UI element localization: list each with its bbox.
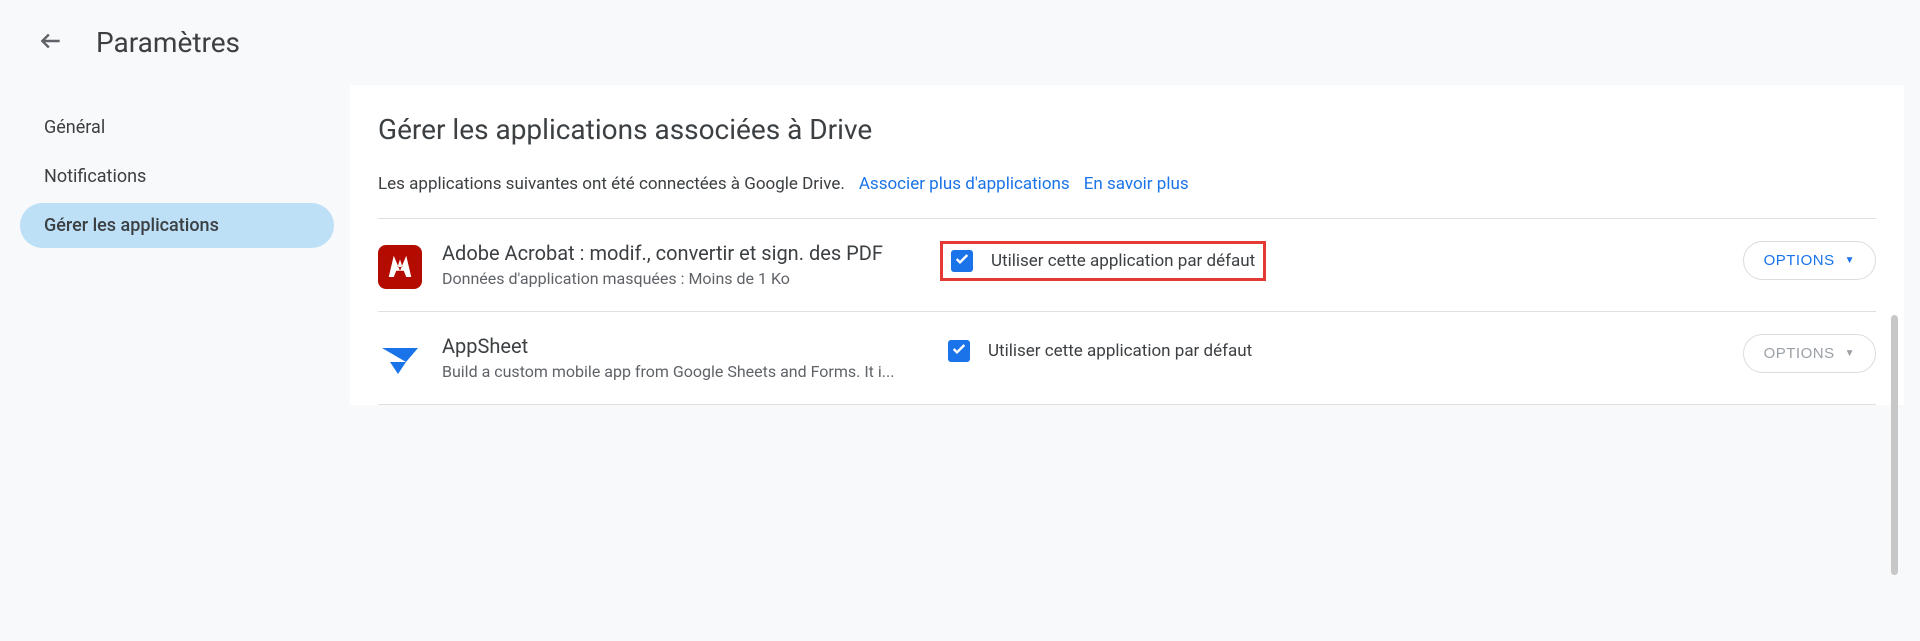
arrow-left-icon bbox=[38, 28, 64, 57]
learn-more-link[interactable]: En savoir plus bbox=[1084, 174, 1189, 194]
use-by-default-checkbox[interactable] bbox=[948, 340, 970, 362]
page-title: Paramètres bbox=[96, 26, 240, 59]
content-title: Gérer les applications associées à Drive bbox=[378, 113, 1876, 146]
use-by-default-label: Utiliser cette application par défaut bbox=[991, 251, 1255, 271]
appsheet-icon bbox=[378, 338, 422, 382]
back-button[interactable] bbox=[30, 20, 72, 65]
app-text: AppSheet Build a custom mobile app from … bbox=[442, 334, 920, 381]
scrollbar-thumb[interactable] bbox=[1891, 315, 1898, 575]
settings-sidebar: Général Notifications Gérer les applicat… bbox=[0, 85, 350, 405]
app-name: Adobe Acrobat : modif., convertir et sig… bbox=[442, 241, 920, 265]
app-row: Adobe Acrobat : modif., convertir et sig… bbox=[378, 219, 1876, 312]
content-panel: Gérer les applications associées à Drive… bbox=[350, 85, 1904, 405]
settings-header: Paramètres bbox=[0, 0, 1920, 85]
check-icon bbox=[951, 341, 967, 361]
app-text: Adobe Acrobat : modif., convertir et sig… bbox=[442, 241, 920, 288]
sidebar-item-label: Gérer les applications bbox=[44, 215, 219, 236]
app-row: AppSheet Build a custom mobile app from … bbox=[378, 312, 1876, 405]
app-name: AppSheet bbox=[442, 334, 920, 358]
sidebar-item-label: Notifications bbox=[44, 166, 146, 187]
check-icon bbox=[954, 251, 970, 271]
sidebar-item-label: Général bbox=[44, 117, 105, 138]
options-button[interactable]: OPTIONS ▼ bbox=[1743, 334, 1876, 373]
options-button-label: OPTIONS bbox=[1764, 345, 1835, 362]
chevron-down-icon: ▼ bbox=[1845, 255, 1855, 266]
use-by-default-group: Utiliser cette application par défaut bbox=[940, 334, 1260, 368]
sidebar-item-general[interactable]: Général bbox=[20, 105, 334, 150]
use-by-default-checkbox[interactable] bbox=[951, 250, 973, 272]
chevron-down-icon: ▼ bbox=[1845, 348, 1855, 359]
content-description: Les applications suivantes ont été conne… bbox=[378, 174, 845, 194]
options-button-label: OPTIONS bbox=[1764, 252, 1835, 269]
sidebar-item-notifications[interactable]: Notifications bbox=[20, 154, 334, 199]
content-description-row: Les applications suivantes ont été conne… bbox=[378, 174, 1876, 219]
adobe-acrobat-icon bbox=[378, 245, 422, 289]
use-by-default-label: Utiliser cette application par défaut bbox=[988, 341, 1252, 361]
connect-more-apps-link[interactable]: Associer plus d'applications bbox=[859, 174, 1070, 194]
options-button[interactable]: OPTIONS ▼ bbox=[1743, 241, 1876, 280]
use-by-default-group: Utiliser cette application par défaut bbox=[940, 241, 1266, 281]
sidebar-item-manage-apps[interactable]: Gérer les applications bbox=[20, 203, 334, 248]
app-subtitle: Build a custom mobile app from Google Sh… bbox=[442, 362, 920, 381]
app-subtitle: Données d'application masquées : Moins d… bbox=[442, 269, 920, 288]
